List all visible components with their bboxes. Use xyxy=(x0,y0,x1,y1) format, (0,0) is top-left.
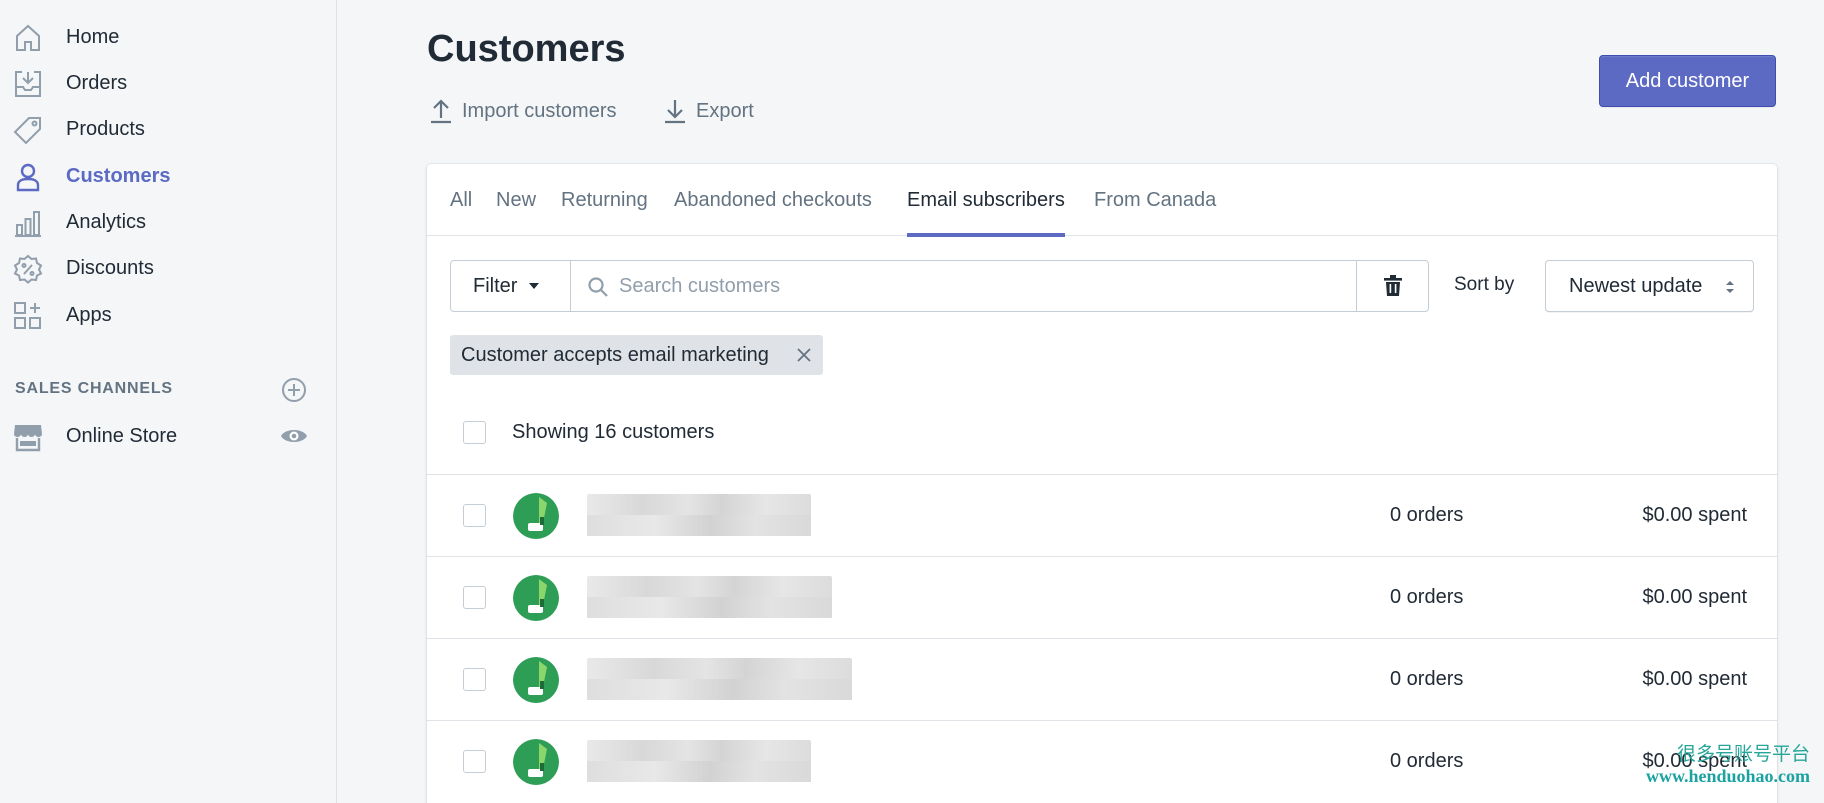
tab-abandoned-checkouts[interactable]: Abandoned checkouts xyxy=(674,164,872,236)
add-sales-channel-icon[interactable] xyxy=(281,377,307,403)
customer-name-blurred xyxy=(587,658,852,700)
row-checkbox[interactable] xyxy=(463,668,486,691)
row-checkbox[interactable] xyxy=(463,750,486,773)
page-title: Customers xyxy=(427,28,626,70)
customer-orders: 0 orders xyxy=(1390,750,1464,772)
sidebar-item-label: Apps xyxy=(66,303,112,326)
search-box xyxy=(570,260,1357,312)
sidebar-item-apps[interactable]: Apps xyxy=(0,295,336,335)
caret-down-icon xyxy=(529,283,540,289)
search-icon xyxy=(588,277,608,297)
sidebar-item-home[interactable]: Home xyxy=(0,17,336,57)
sidebar-item-label: Home xyxy=(66,25,120,48)
sidebar-item-label: Online Store xyxy=(66,424,178,447)
table-row[interactable]: 0 orders $0.00 spent xyxy=(427,638,1777,720)
sort-value: Newest update xyxy=(1569,274,1703,297)
tab-returning[interactable]: Returning xyxy=(561,164,648,236)
customer-tabs: All New Returning Abandoned checkouts Em… xyxy=(427,164,1777,237)
tab-all[interactable]: All xyxy=(450,164,472,236)
search-input[interactable] xyxy=(619,261,1339,311)
delete-filters-button[interactable] xyxy=(1356,260,1429,312)
sort-by-label: Sort by xyxy=(1454,274,1515,295)
sidebar-item-customers[interactable]: Customers xyxy=(0,156,336,196)
tag-icon xyxy=(13,115,43,145)
customer-name-blurred xyxy=(587,494,811,536)
sidebar-item-label: Products xyxy=(66,117,145,140)
table-row[interactable]: 0 orders $0.00 spent xyxy=(427,556,1777,638)
sidebar-item-label: Customers xyxy=(66,164,171,187)
applied-filter-label: Customer accepts email marketing xyxy=(461,343,769,366)
showing-count: Showing 16 customers xyxy=(512,421,715,443)
sidebar-item-label: Orders xyxy=(66,71,128,94)
customer-spent: $0.00 spent xyxy=(1642,586,1747,608)
sidebar: Home Orders Products Customers Analytics… xyxy=(0,0,337,803)
orders-icon xyxy=(13,69,43,99)
customer-orders: 0 orders xyxy=(1390,504,1464,526)
sidebar-item-label: Discounts xyxy=(66,256,154,279)
customer-spent: $0.00 spent xyxy=(1642,504,1747,526)
tab-email-subscribers[interactable]: Email subscribers xyxy=(907,164,1065,237)
sidebar-item-orders[interactable]: Orders xyxy=(0,63,336,103)
trash-icon xyxy=(1383,275,1402,296)
customer-orders: 0 orders xyxy=(1390,668,1464,690)
sidebar-item-discounts[interactable]: Discounts xyxy=(0,248,336,288)
export-link[interactable]: Export xyxy=(663,96,754,126)
apps-icon xyxy=(13,301,43,331)
sidebar-item-analytics[interactable]: Analytics xyxy=(0,202,336,242)
table-row[interactable]: 0 orders $0.00 spent xyxy=(427,720,1777,802)
watermark: 很多号账号平台 www.henduohao.com xyxy=(1615,743,1810,787)
import-customers-link[interactable]: Import customers xyxy=(429,96,616,126)
row-checkbox[interactable] xyxy=(463,504,486,527)
download-icon xyxy=(665,100,685,124)
store-icon xyxy=(13,422,43,452)
person-icon xyxy=(13,162,43,192)
bar-chart-icon xyxy=(13,208,43,238)
upload-icon xyxy=(431,99,451,124)
watermark-url: www.henduohao.com xyxy=(1645,765,1810,786)
sidebar-item-products[interactable]: Products xyxy=(0,109,336,149)
applied-filter-tag: Customer accepts email marketing xyxy=(450,335,823,375)
import-customers-label: Import customers xyxy=(462,99,617,122)
select-all-checkbox[interactable] xyxy=(463,421,486,444)
add-customer-button[interactable]: Add customer xyxy=(1599,55,1776,107)
avatar xyxy=(513,739,559,785)
customer-name-blurred xyxy=(587,740,811,782)
tab-new[interactable]: New xyxy=(496,164,536,236)
home-icon xyxy=(13,23,43,53)
remove-filter-close-icon[interactable] xyxy=(796,347,812,363)
sales-channels-heading: SALES CHANNELS xyxy=(15,380,173,397)
row-checkbox[interactable] xyxy=(463,586,486,609)
watermark-text: 很多号账号平台 xyxy=(1676,743,1810,765)
discount-icon xyxy=(13,254,43,284)
export-label: Export xyxy=(696,99,754,122)
customer-orders: 0 orders xyxy=(1390,586,1464,608)
customer-spent: $0.00 spent xyxy=(1642,668,1747,690)
tab-from-canada[interactable]: From Canada xyxy=(1094,164,1216,236)
view-store-eye-icon[interactable] xyxy=(280,425,308,447)
filter-label: Filter xyxy=(473,274,518,297)
avatar xyxy=(513,575,559,621)
sidebar-item-label: Analytics xyxy=(66,210,147,233)
table-row[interactable]: 0 orders $0.00 spent xyxy=(427,474,1777,556)
avatar xyxy=(513,657,559,703)
sort-select[interactable]: Newest update xyxy=(1545,260,1754,312)
select-arrows-icon xyxy=(1726,281,1734,293)
filter-button[interactable]: Filter xyxy=(450,260,571,312)
customers-card: All New Returning Abandoned checkouts Em… xyxy=(427,164,1777,803)
avatar xyxy=(513,493,559,539)
customer-name-blurred xyxy=(587,576,832,618)
